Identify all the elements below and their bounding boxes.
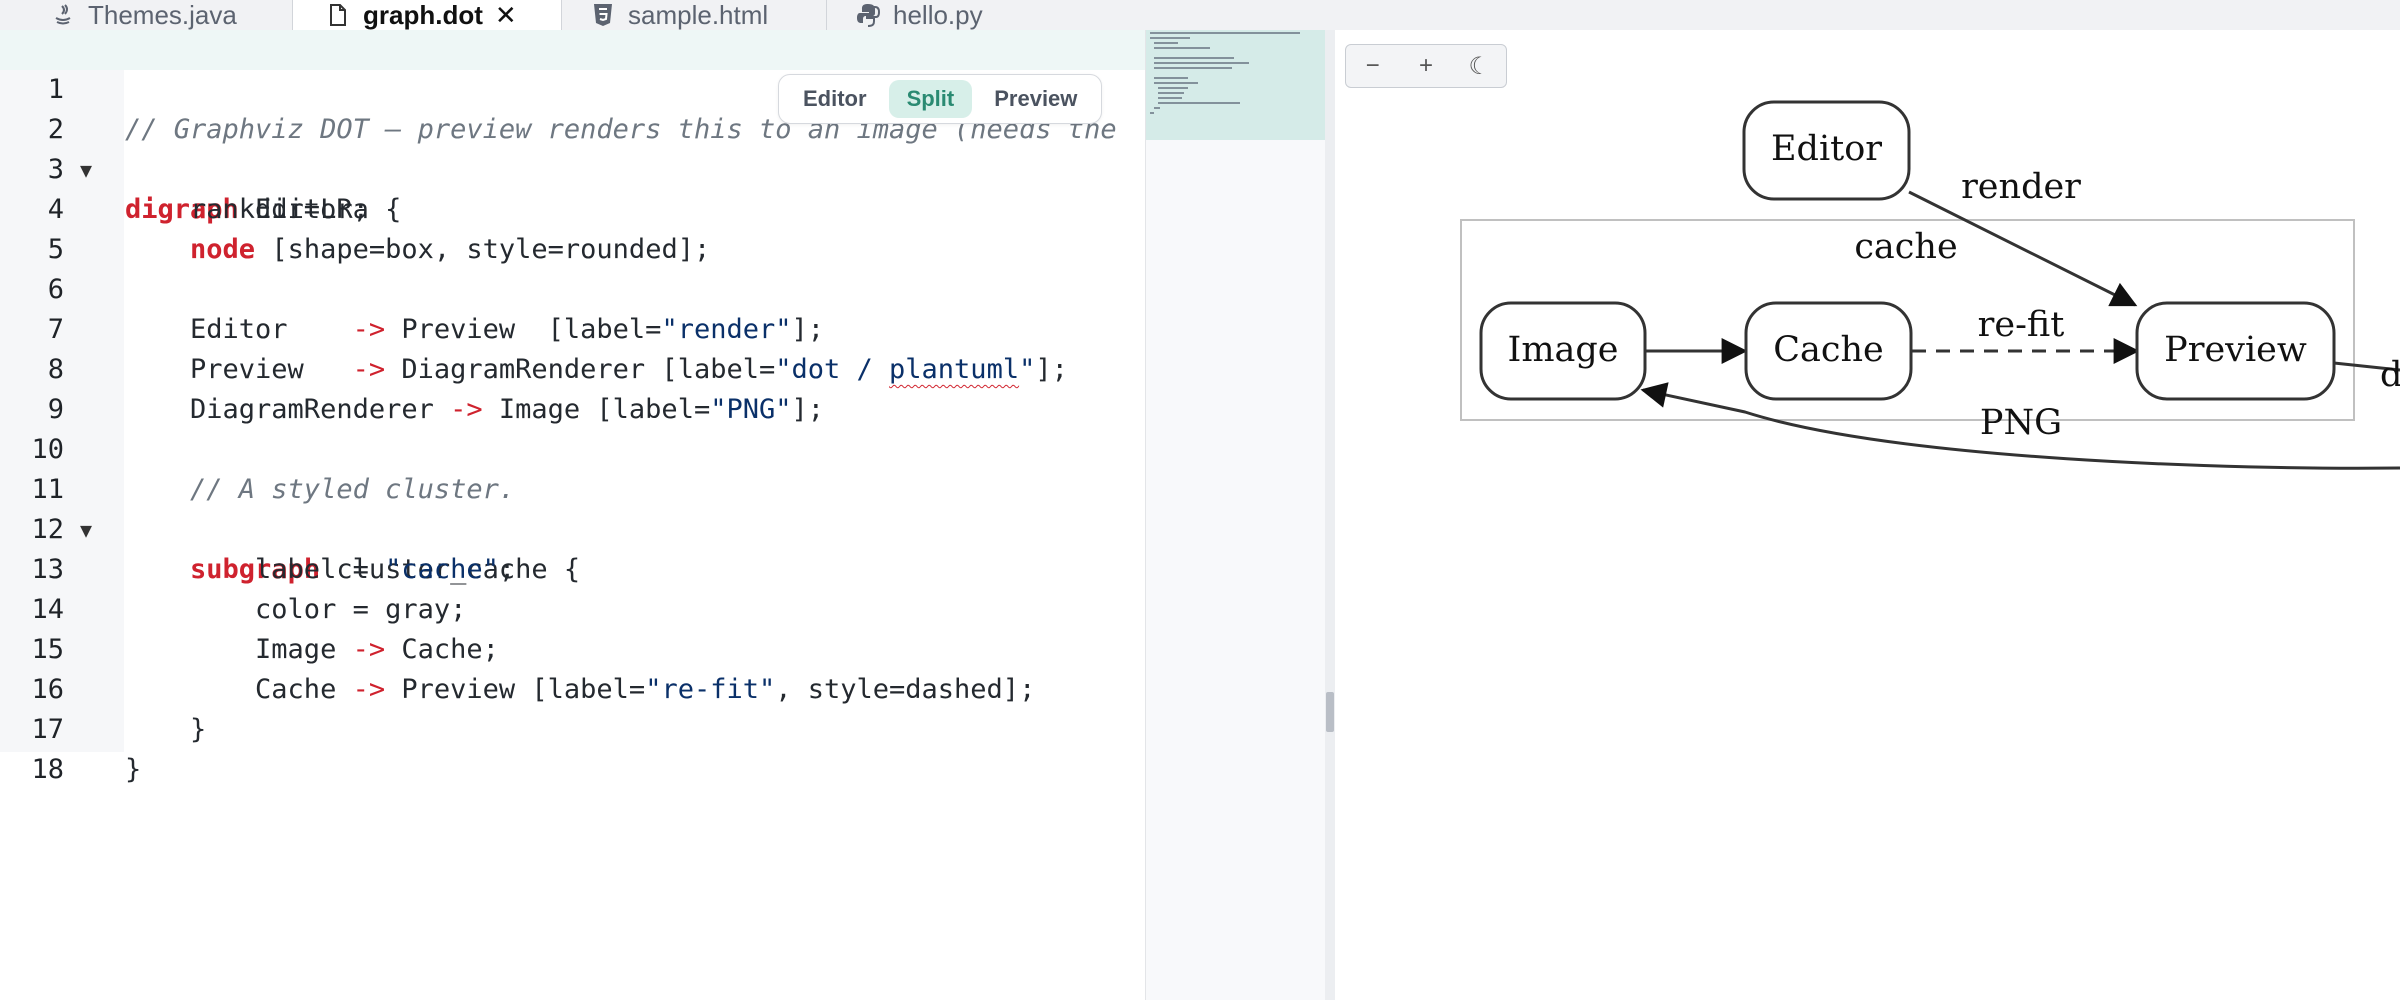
minimap-line <box>1154 57 1234 59</box>
zoom-out-button[interactable]: − <box>1353 52 1393 80</box>
theme-toggle-icon[interactable]: ☾ <box>1459 52 1499 81</box>
code-line[interactable]: 11 ▼ subgraph cluster_cache { <box>0 430 1145 585</box>
view-split-button[interactable]: Split <box>888 80 973 118</box>
tab-bar: Themes.java graph.dot ✕ sample.html hell… <box>0 0 2400 31</box>
code-line[interactable]: 10 // A styled cluster. <box>0 390 1145 505</box>
file-icon <box>325 2 351 28</box>
edge-label-render: render <box>1961 167 2081 207</box>
minimap-line <box>1150 37 1190 39</box>
zoom-in-button[interactable]: + <box>1406 52 1446 80</box>
cluster-label: cache <box>1854 227 1957 267</box>
tab-themes-java[interactable]: Themes.java <box>50 0 237 30</box>
view-preview-button[interactable]: Preview <box>976 80 1095 118</box>
tab-divider <box>826 0 827 30</box>
view-editor-button[interactable]: Editor <box>785 80 885 118</box>
java-icon <box>50 2 76 28</box>
minimap-line <box>1154 77 1188 79</box>
graph-preview: cache render re-fit PNG Editor Image Cac… <box>1460 100 2400 470</box>
minimap-line <box>1154 47 1210 49</box>
code-line[interactable]: 14 Image -> Cache; <box>0 550 1145 665</box>
node-renderer-label-clipped: d <box>2380 355 2400 395</box>
code-line[interactable]: 9 <box>0 350 1145 425</box>
tab-label: sample.html <box>628 0 769 30</box>
minimap-line <box>1154 42 1178 44</box>
node-editor-label: Editor <box>1771 129 1882 169</box>
node-image-label: Image <box>1508 330 1619 370</box>
tab-graph-dot[interactable]: graph.dot ✕ <box>293 0 561 30</box>
tab-sample-html[interactable]: sample.html <box>590 0 768 30</box>
code-line[interactable]: 8 DiagramRenderer -> Image [label="PNG"]… <box>0 310 1145 425</box>
close-icon[interactable]: ✕ <box>495 0 517 31</box>
code-line[interactable]: 4 node [shape=box, style=rounded]; <box>0 150 1145 265</box>
minimap-line <box>1158 92 1184 94</box>
code-line[interactable]: 12 label = "cache"; <box>0 470 1145 585</box>
tab-label: Themes.java <box>88 0 237 30</box>
code-line[interactable]: 13 color = gray; <box>0 510 1145 625</box>
view-mode-toggle: Editor Split Preview <box>778 74 1103 124</box>
minimap-line <box>1154 62 1249 64</box>
minimap-line <box>1150 32 1300 34</box>
preview-pane: cache render re-fit PNG Editor Image Cac… <box>1335 30 2400 1000</box>
minimap-line <box>1158 102 1240 104</box>
code-line[interactable]: 15 Cache -> Preview [label="re-fit", sty… <box>0 590 1145 705</box>
code-line[interactable]: 6 Editor -> Preview [label="render"]; <box>0 230 1145 345</box>
code-text: } <box>125 754 142 785</box>
python-icon <box>855 2 881 28</box>
code-line[interactable]: 16 } <box>0 630 1145 745</box>
minimap-line <box>1158 97 1182 99</box>
tab-label: hello.py <box>893 0 983 30</box>
node-preview-label: Preview <box>2164 330 2307 370</box>
minimap-line <box>1158 87 1188 89</box>
zoom-toolbar: − + ☾ <box>1345 44 1507 88</box>
code-line[interactable]: 17 } <box>0 670 1145 785</box>
minimap-line <box>1154 107 1160 109</box>
node-cache-label: Cache <box>1773 330 1884 370</box>
tab-hello-py[interactable]: hello.py <box>855 0 983 30</box>
code-line[interactable]: 7 Preview -> DiagramRenderer [label="dot… <box>0 270 1145 385</box>
code-line[interactable]: 1 // Graphviz DOT — preview renders this… <box>0 30 1145 145</box>
minimap-line <box>1154 67 1232 69</box>
edge-label-png: PNG <box>1980 403 2062 443</box>
tab-divider <box>561 0 562 30</box>
code-editor[interactable]: 1 // Graphviz DOT — preview renders this… <box>0 30 1145 1000</box>
minimap[interactable] <box>1145 30 1326 1000</box>
edge-label-refit: re-fit <box>1978 305 2065 345</box>
minimap-line <box>1150 112 1154 114</box>
line-number: 18 <box>31 754 64 785</box>
split-divider[interactable] <box>1325 30 1335 1000</box>
split-drag-handle[interactable] <box>1326 692 1334 732</box>
minimap-line <box>1154 82 1198 84</box>
code-line[interactable]: 18 <box>0 710 1145 785</box>
tab-label: graph.dot <box>363 0 483 30</box>
code-line[interactable]: 5 <box>0 190 1145 265</box>
html5-icon <box>590 2 616 28</box>
